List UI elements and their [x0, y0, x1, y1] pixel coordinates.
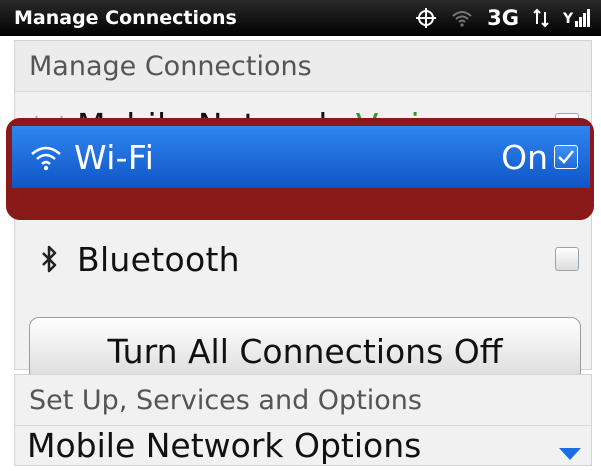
wifi-status: On: [501, 137, 548, 177]
wifi-icon: [18, 143, 74, 171]
bluetooth-label: Bluetooth: [77, 239, 240, 279]
wifi-row[interactable]: Wi-Fi On: [12, 126, 590, 188]
chevron-down-icon[interactable]: [557, 432, 583, 471]
mobile-network-options-label: Mobile Network Options: [27, 426, 422, 465]
cell-signal-icon: Y: [563, 7, 593, 29]
services-header: Set Up, Services and Options: [15, 375, 591, 426]
gps-icon: [415, 7, 437, 29]
network-type-label: 3G: [487, 6, 519, 30]
wifi-signal-icon: [451, 8, 473, 28]
status-bar: Manage Connections 3G Y: [0, 0, 601, 36]
services-panel: Set Up, Services and Options Mobile Netw…: [14, 374, 592, 466]
connections-header: Manage Connections: [15, 41, 591, 92]
bluetooth-checkbox[interactable]: [555, 247, 579, 271]
bluetooth-row[interactable]: Bluetooth: [15, 227, 591, 291]
wifi-checkbox[interactable]: [554, 145, 578, 169]
svg-text:Y: Y: [563, 11, 574, 27]
status-bar-title: Manage Connections: [14, 7, 237, 29]
wifi-label: Wi-Fi: [74, 137, 155, 177]
data-arrows-icon: [533, 8, 549, 28]
status-icons: 3G Y: [415, 0, 593, 36]
bluetooth-icon: [21, 244, 77, 274]
